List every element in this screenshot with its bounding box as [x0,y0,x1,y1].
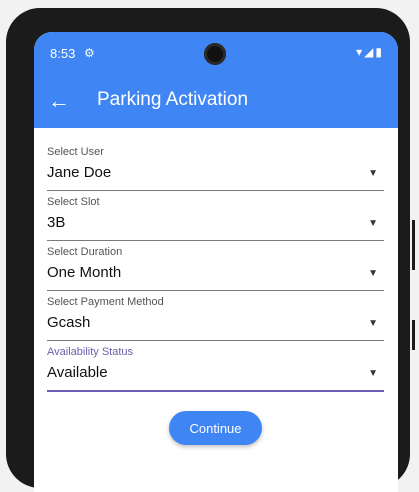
select-user-label: Select User [47,146,104,158]
availability-status-dropdown[interactable]: Availability Status Available ▼ [47,346,384,392]
select-slot-label: Select Slot [47,196,100,208]
side-button [412,320,415,350]
select-payment-value: Gcash [47,314,91,331]
phone-frame: 8:53 ⚙ ▾◢▮ ← Parking Activation Select U… [6,8,410,492]
system-status-icons: ▾◢▮ [356,45,384,59]
select-duration-value: One Month [47,264,122,281]
gear-icon: ⚙ [84,46,95,60]
select-duration-label: Select Duration [47,246,123,258]
availability-status-value: Available [47,364,108,381]
select-duration-dropdown[interactable]: Select Duration One Month ▼ [47,246,384,291]
dropdown-arrow-icon: ▼ [368,368,378,379]
dropdown-arrow-icon: ▼ [368,168,378,179]
select-slot-value: 3B [47,214,66,231]
status-bar: 8:53 ⚙ ▾◢▮ [34,32,398,76]
select-user-value: Jane Doe [47,164,112,181]
app-bar: ← Parking Activation [34,76,398,128]
dropdown-arrow-icon: ▼ [368,268,378,279]
select-user-dropdown[interactable]: Select User Jane Doe ▼ [47,146,384,191]
camera-icon [204,43,226,65]
dropdown-arrow-icon: ▼ [368,318,378,329]
back-arrow-icon[interactable]: ← [48,88,70,114]
app-screen: 8:53 ⚙ ▾◢▮ ← Parking Activation Select U… [34,32,398,492]
page-title: Parking Activation [97,89,249,110]
status-time: 8:53 [50,46,76,61]
availability-status-label: Availability Status [47,346,134,358]
select-payment-label: Select Payment Method [47,296,164,308]
side-button [412,220,415,270]
select-slot-dropdown[interactable]: Select Slot 3B ▼ [47,196,384,241]
continue-button[interactable]: Continue [169,411,262,445]
dropdown-arrow-icon: ▼ [368,218,378,229]
select-payment-dropdown[interactable]: Select Payment Method Gcash ▼ [47,296,384,341]
